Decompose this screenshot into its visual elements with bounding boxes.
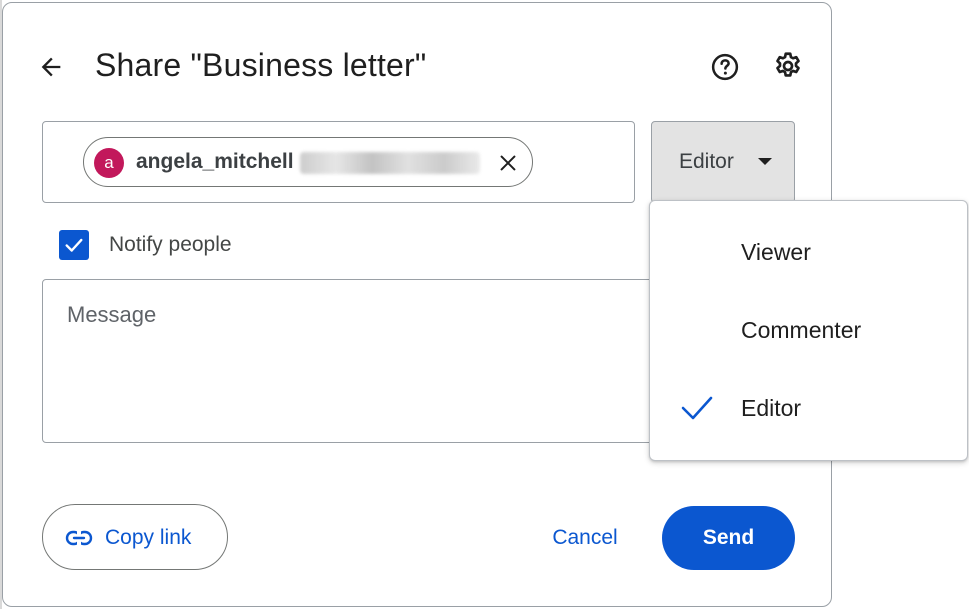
- settings-button[interactable]: [769, 47, 807, 85]
- avatar: a: [94, 148, 124, 178]
- menu-item-commenter[interactable]: Commenter: [650, 293, 967, 367]
- message-placeholder: Message: [67, 302, 157, 327]
- copy-link-button[interactable]: Copy link: [42, 504, 228, 570]
- menu-item-editor[interactable]: Editor: [650, 371, 967, 445]
- role-dropdown[interactable]: Editor: [651, 121, 795, 203]
- back-button[interactable]: [33, 49, 69, 85]
- cancel-button[interactable]: Cancel: [533, 507, 637, 569]
- link-icon: [65, 526, 93, 550]
- recipient-name: angela_mitchell: [136, 150, 294, 173]
- menu-item-viewer[interactable]: Viewer: [650, 215, 967, 289]
- checkmark-icon: [65, 238, 83, 252]
- redacted-email-domain: [300, 152, 480, 174]
- recipient-input-box[interactable]: a angela_mitchell: [42, 121, 635, 203]
- gear-icon: [776, 52, 800, 77]
- role-dropdown-menu: Viewer Commenter Editor: [649, 200, 968, 461]
- help-button[interactable]: [707, 49, 743, 85]
- help-circle-icon: [711, 53, 739, 81]
- chevron-down-icon: [758, 158, 772, 165]
- arrow-left-icon: [41, 57, 61, 77]
- message-textarea[interactable]: Message: [42, 279, 682, 443]
- check-icon: [680, 393, 714, 423]
- recipient-chip[interactable]: a angela_mitchell: [83, 137, 533, 187]
- notify-people-checkbox[interactable]: [59, 230, 89, 260]
- notify-people-label: Notify people: [109, 233, 232, 256]
- menu-item-label: Viewer: [741, 239, 811, 265]
- menu-item-label: Commenter: [741, 317, 862, 343]
- menu-item-label: Editor: [741, 395, 802, 421]
- close-icon: [500, 155, 516, 171]
- role-dropdown-value: Editor: [679, 150, 734, 173]
- remove-recipient-button[interactable]: [494, 149, 522, 177]
- copy-link-label: Copy link: [105, 526, 192, 549]
- dialog-title: Share "Business letter": [95, 47, 427, 83]
- send-button[interactable]: Send: [662, 506, 795, 570]
